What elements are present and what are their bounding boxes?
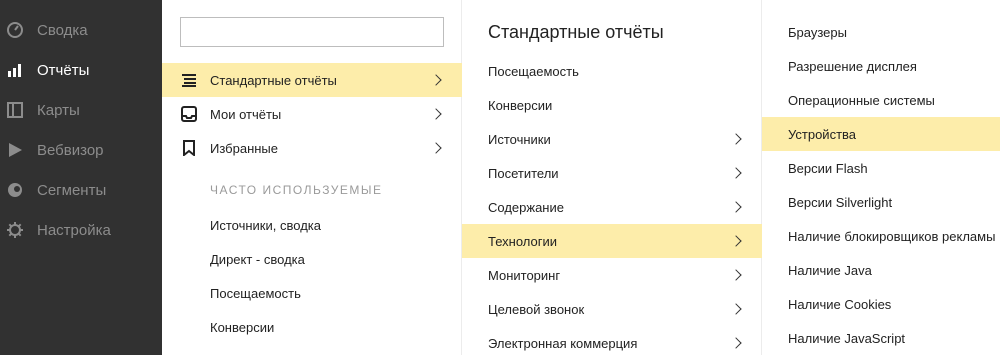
report-item-ecommerce[interactable]: Электронная коммерция [462,326,762,355]
tech-item-adblock[interactable]: Наличие блокировщиков рекламы [762,219,1000,253]
tech-item-label: Наличие Java [788,262,872,278]
sidebar-item-label: Настройка [37,221,111,239]
search-input[interactable] [180,17,444,47]
frequent-item-label: Источники, сводка [210,217,321,233]
report-item-label: Посещаемость [488,63,579,79]
category-label: Мои отчёты [210,106,282,122]
frequent-heading: ЧАСТО ИСПОЛЬЗУЕМЫЕ [210,183,383,197]
category-favorites[interactable]: Избранные [162,131,462,165]
tech-item-silverlight[interactable]: Версии Silverlight [762,185,1000,219]
map-icon [6,101,24,119]
frequent-item[interactable]: Посещаемость [162,276,462,310]
tech-item-os[interactable]: Операционные системы [762,83,1000,117]
segments-icon [6,181,24,199]
sidebar-item-label: Отчёты [37,61,90,79]
sidebar-item-segments[interactable]: Сегменты [0,170,162,210]
report-item-label: Посетители [488,165,559,181]
category-my-reports[interactable]: Мои отчёты [162,97,462,131]
bookmark-icon [181,140,197,158]
tech-item-flash[interactable]: Версии Flash [762,151,1000,185]
report-item-visitors[interactable]: Посетители [462,156,762,190]
report-item-label: Содержание [488,199,564,215]
tech-item-label: Наличие JavaScript [788,330,906,346]
inbox-icon [181,106,197,122]
tech-item-java[interactable]: Наличие Java [762,253,1000,287]
category-label: Избранные [210,140,278,156]
report-item-content[interactable]: Содержание [462,190,762,224]
chevron-right-icon [430,142,442,154]
main-sidebar: Сводка Отчёты Карты Вебвизор Сегменты На… [0,0,162,355]
tech-item-devices[interactable]: Устройства [762,117,1000,151]
frequent-item[interactable]: Источники, сводка [162,208,462,242]
sidebar-item-label: Вебвизор [37,141,104,159]
bar-chart-icon [6,61,24,79]
frequent-item-label: Директ - сводка [210,251,305,267]
tech-item-browsers[interactable]: Браузеры [762,15,1000,49]
report-item-conversions[interactable]: Конверсии [462,88,762,122]
chevron-right-icon [430,74,442,86]
technologies-column: Браузеры Разрешение дисплея Операционные… [762,0,1000,355]
chevron-right-icon [730,235,742,247]
dashboard-icon [6,21,24,39]
tech-item-label: Версии Flash [788,160,868,176]
gear-icon [6,221,24,239]
report-item-technologies[interactable]: Технологии [462,224,762,258]
sidebar-item-label: Карты [37,101,80,119]
tech-item-label: Устройства [788,126,857,142]
report-item-call-tracking[interactable]: Целевой звонок [462,292,762,326]
column-title: Стандартные отчёты [488,22,664,42]
tech-item-label: Наличие Cookies [788,296,892,312]
tech-item-label: Браузеры [788,24,847,40]
report-item-label: Источники [488,131,551,147]
chevron-right-icon [730,303,742,315]
frequent-item[interactable]: Директ - сводка [162,242,462,276]
sidebar-item-summary[interactable]: Сводка [0,10,162,50]
report-item-label: Целевой звонок [488,301,585,317]
frequent-item-label: Конверсии [210,319,275,335]
report-item-sources[interactable]: Источники [462,122,762,156]
report-item-label: Электронная коммерция [488,335,638,351]
tech-item-label: Разрешение дисплея [788,58,917,74]
report-item-monitoring[interactable]: Мониторинг [462,258,762,292]
tech-item-javascript[interactable]: Наличие JavaScript [762,321,1000,355]
chevron-right-icon [430,108,442,120]
chevron-right-icon [730,337,742,349]
play-icon [6,141,24,159]
tech-item-label: Операционные системы [788,92,935,108]
chevron-right-icon [730,269,742,281]
sidebar-item-reports[interactable]: Отчёты [0,50,162,90]
report-item-label: Технологии [488,233,558,249]
frequent-item[interactable]: Конверсии [162,310,462,344]
tech-item-label: Версии Silverlight [788,194,893,210]
tech-item-label: Наличие блокировщиков рекламы [788,228,996,244]
chevron-right-icon [730,201,742,213]
report-item-traffic[interactable]: Посещаемость [462,54,762,88]
sidebar-item-maps[interactable]: Карты [0,90,162,130]
sidebar-item-settings[interactable]: Настройка [0,210,162,250]
standard-reports-column: Стандартные отчёты Посещаемость Конверси… [462,0,762,355]
reports-menu-column: Стандартные отчёты Мои отчёты Избранные … [162,0,462,355]
list-icon [181,72,197,88]
chevron-right-icon [730,133,742,145]
sidebar-item-webvisor[interactable]: Вебвизор [0,130,162,170]
tech-item-cookies[interactable]: Наличие Cookies [762,287,1000,321]
chevron-right-icon [730,167,742,179]
sidebar-item-label: Сегменты [37,181,107,199]
tech-item-resolution[interactable]: Разрешение дисплея [762,49,1000,83]
report-item-label: Конверсии [488,97,553,113]
report-item-label: Мониторинг [488,267,561,283]
category-standard-reports[interactable]: Стандартные отчёты [162,63,462,97]
sidebar-item-label: Сводка [37,21,88,39]
category-label: Стандартные отчёты [210,72,337,88]
frequent-item-label: Посещаемость [210,285,301,301]
